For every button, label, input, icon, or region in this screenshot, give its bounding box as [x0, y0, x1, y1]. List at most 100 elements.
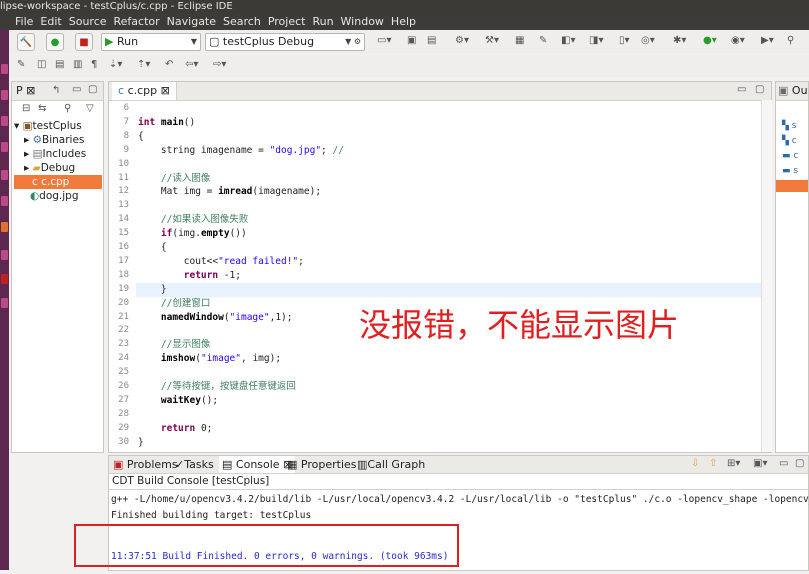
- show-whitespace-icon[interactable]: ¶: [91, 59, 97, 70]
- minimize-icon[interactable]: ▭: [779, 458, 788, 469]
- menu-help[interactable]: Help: [391, 15, 416, 28]
- tree-item-project[interactable]: ▾ ▣testCplus: [14, 119, 82, 133]
- outline-item[interactable]: ▚ s: [782, 119, 798, 134]
- menu-file[interactable]: File: [15, 15, 33, 28]
- launcher-app-icon[interactable]: [1, 250, 8, 260]
- maximize-icon[interactable]: ▢: [755, 84, 764, 95]
- code-line[interactable]: if(img.empty()): [138, 227, 247, 241]
- minimize-icon[interactable]: ▭: [72, 84, 81, 95]
- run-button-icon[interactable]: ●: [46, 33, 64, 51]
- next-icon[interactable]: ⇩: [691, 458, 699, 469]
- menu-navigate[interactable]: Navigate: [167, 15, 216, 28]
- project-explorer-tab[interactable]: P ⊠: [16, 82, 35, 100]
- editor-scrollbar[interactable]: [761, 100, 772, 452]
- search-icon[interactable]: ⚲: [787, 35, 794, 46]
- code-line[interactable]: //等待按键，按键盘任意键返回: [138, 380, 296, 394]
- code-area[interactable]: 6 7 int main() 8 {9 string imagename = "dog.…: [109, 100, 761, 452]
- outline-item[interactable]: ▚ c: [782, 134, 798, 149]
- external-tools-icon[interactable]: ◉▾: [731, 35, 745, 46]
- code-line[interactable]: return -1;: [138, 269, 241, 283]
- code-line[interactable]: cout<<"read failed!";: [138, 255, 304, 269]
- outline-item[interactable]: ▬ c: [782, 149, 798, 164]
- tree-item-includes[interactable]: ▸ ▤Includes: [24, 147, 86, 161]
- menu-project[interactable]: Project: [268, 15, 306, 28]
- launcher-app-icon[interactable]: [1, 116, 8, 126]
- tree-item-c-cpp[interactable]: c c.cpp: [14, 175, 102, 189]
- toggle-mark-icon[interactable]: ✎: [17, 59, 25, 70]
- stop-button-icon[interactable]: ■: [75, 33, 93, 51]
- save-icon[interactable]: ▣: [407, 35, 416, 46]
- format-icon[interactable]: ▥: [73, 59, 82, 70]
- code-line[interactable]: string imagename = "dog.jpg"; //: [138, 144, 344, 158]
- display-console-icon[interactable]: ▣▾: [753, 458, 767, 469]
- build-hammer-icon[interactable]: 🔨: [17, 33, 35, 51]
- code-line[interactable]: Mat img = imread(imagename);: [138, 185, 321, 199]
- launcher-app-icon[interactable]: [1, 142, 8, 152]
- menu-source[interactable]: Source: [69, 15, 107, 28]
- code-line[interactable]: return 0;: [138, 422, 213, 436]
- terminal-icon[interactable]: ▦: [515, 35, 524, 46]
- tree-item-binaries[interactable]: ▸ ⚙Binaries: [24, 133, 84, 147]
- tree-item-debug[interactable]: ▸ ▰Debug: [24, 161, 75, 175]
- code-line[interactable]: //读入图像: [138, 172, 210, 186]
- close-icon[interactable]: ⊠: [161, 84, 170, 97]
- prev-annotation-icon[interactable]: ⇡▾: [137, 59, 150, 70]
- code-line[interactable]: int main(): [138, 116, 195, 130]
- run-icon[interactable]: ●▾: [703, 35, 717, 46]
- code-line[interactable]: waitKey();: [138, 394, 218, 408]
- outline-tab[interactable]: ▣ Ou: [778, 82, 808, 100]
- profile-icon[interactable]: ▶▾: [761, 35, 774, 46]
- code-line[interactable]: }: [138, 436, 144, 450]
- tab-console[interactable]: ▤ Console ⊠: [219, 456, 296, 473]
- outline-selected-item[interactable]: [776, 180, 808, 192]
- editor-tab-c-cpp[interactable]: c c.cpp ⊠: [112, 82, 177, 100]
- code-line[interactable]: imshow("image", img);: [138, 352, 281, 366]
- tab-tasks[interactable]: ✓Tasks: [175, 456, 214, 473]
- filter-icon[interactable]: ⚲: [64, 103, 71, 114]
- launcher-app-icon[interactable]: [1, 196, 8, 206]
- outline-item[interactable]: ▬ s: [782, 164, 798, 179]
- tab-problems[interactable]: ▣ Problems: [113, 456, 178, 473]
- build-target-select[interactable]: ▢ testCplus Debug ▼ ⚙: [205, 33, 365, 51]
- settings-icon[interactable]: ⚙▾: [455, 35, 469, 46]
- build-icon[interactable]: ⚒▾: [485, 35, 499, 46]
- forward-icon[interactable]: ⇨▾: [213, 59, 226, 70]
- code-line[interactable]: namedWindow("image",1);: [138, 311, 293, 325]
- launcher-app-icon[interactable]: [1, 90, 8, 100]
- menu-edit[interactable]: Edit: [40, 15, 61, 28]
- menu-refactor[interactable]: Refactor: [114, 15, 160, 28]
- debug-bug-icon[interactable]: ✱▾: [673, 35, 686, 46]
- prev-icon[interactable]: ⇧: [709, 458, 717, 469]
- link-editor-icon[interactable]: ⇆: [38, 103, 46, 114]
- menu-window[interactable]: Window: [341, 15, 384, 28]
- code-line[interactable]: {: [138, 130, 144, 144]
- code-line[interactable]: //如果读入图像失败: [138, 213, 248, 227]
- new-file-icon[interactable]: ▯▾: [619, 35, 630, 46]
- code-line[interactable]: //创建窗口: [138, 297, 210, 311]
- new-icon[interactable]: ▭▾: [377, 35, 391, 46]
- view-menu-icon[interactable]: ▽: [86, 103, 94, 114]
- run-config-select[interactable]: ▶ Run ▼: [101, 33, 201, 51]
- tab-call-graph[interactable]: ▥Call Graph: [357, 456, 425, 473]
- comment-icon[interactable]: ▤: [55, 59, 64, 70]
- next-annotation-icon[interactable]: ⇣▾: [109, 59, 122, 70]
- menu-run[interactable]: Run: [312, 15, 333, 28]
- sync-icon[interactable]: ↰: [52, 85, 60, 96]
- launcher-app-icon[interactable]: [1, 298, 8, 308]
- save-all-icon[interactable]: ▤: [427, 35, 436, 46]
- last-edit-icon[interactable]: ↶: [165, 59, 173, 70]
- new-class-icon[interactable]: ◧▾: [561, 35, 575, 46]
- close-icon[interactable]: ⊠: [26, 84, 35, 97]
- minimize-icon[interactable]: ▭: [737, 84, 746, 95]
- pin-icon[interactable]: ⊞▾: [727, 458, 740, 469]
- maximize-icon[interactable]: ▢: [795, 458, 804, 469]
- code-line[interactable]: {: [138, 241, 167, 255]
- launcher-app-icon[interactable]: [1, 274, 8, 284]
- coverage-icon[interactable]: ◎▾: [641, 35, 655, 46]
- launcher-app-icon[interactable]: [1, 222, 8, 232]
- code-line[interactable]: }: [138, 283, 167, 297]
- code-line[interactable]: //显示图像: [138, 338, 210, 352]
- launcher-app-icon[interactable]: [1, 64, 8, 74]
- launcher-app-icon[interactable]: [1, 170, 8, 180]
- menu-search[interactable]: Search: [223, 15, 261, 28]
